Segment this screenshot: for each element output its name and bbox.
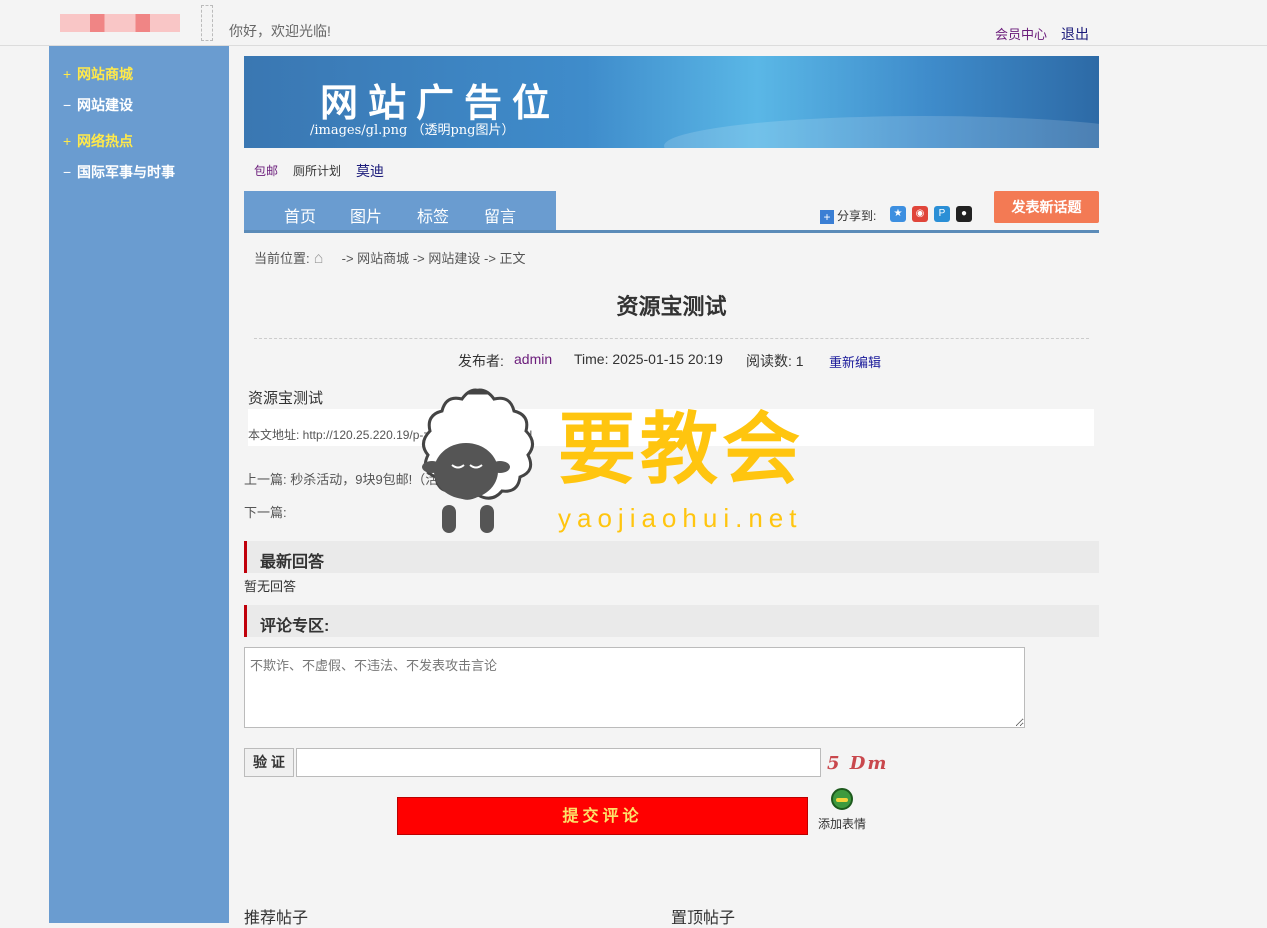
publish-time: Time: 2025-01-15 20:19 [574, 351, 723, 367]
latest-replies-heading: 最新回答 [260, 554, 325, 571]
site-logo[interactable] [60, 14, 180, 32]
comment-textarea[interactable] [244, 647, 1025, 728]
prev-article-link[interactable]: 上一篇: 秒杀活动，9块9包邮!（活动演示页面） [244, 469, 516, 488]
share-plus-icon: + [820, 209, 834, 224]
read-count: 阅读数: 1 [746, 353, 804, 369]
breadcrumb-prefix: 当前位置: [254, 251, 310, 266]
breadcrumb-current: 正文 [499, 251, 526, 266]
collapse-icon: − [63, 97, 72, 113]
sidebar: + 网站商城 − 网站建设 + 网络热点 − 国际军事与时事 [49, 46, 229, 923]
qq-share-icon[interactable]: ● [956, 206, 972, 222]
logo-divider [201, 5, 213, 41]
logout-link[interactable]: 退出 [1061, 24, 1089, 44]
next-article-link[interactable]: 下一篇: [244, 502, 287, 521]
comment-section-header: 评论专区: [244, 605, 1099, 637]
sidebar-item-website-building[interactable]: − 网站建设 [63, 95, 133, 115]
nav-tags[interactable]: 标签 [417, 203, 449, 227]
captcha-input[interactable] [296, 748, 821, 777]
collapse-icon: − [63, 164, 72, 180]
re-edit-link[interactable]: 重新编辑 [829, 352, 881, 371]
member-center-link[interactable]: 会员中心 [995, 24, 1047, 43]
share-label-text: 分享到: [837, 209, 877, 223]
sidebar-item-military-news[interactable]: − 国际军事与时事 [63, 162, 175, 182]
article-body: 资源宝测试 [248, 390, 324, 407]
no-replies-text: 暂无回答 [244, 579, 297, 594]
nav-pictures[interactable]: 图片 [350, 203, 382, 227]
watermark-url: yaojiaohui.net [558, 503, 803, 533]
breadcrumb-website-building[interactable]: 网站建设 [428, 251, 480, 266]
breadcrumb-arrow: -> [412, 251, 425, 266]
add-emoji-button[interactable]: 添加表情 [816, 788, 868, 832]
main-nav: 首页 图片 标签 留言 [244, 191, 556, 231]
expand-icon: + [63, 66, 72, 82]
verify-label: 验 证 [244, 748, 294, 777]
breadcrumb-arrow: -> [341, 251, 354, 266]
sidebar-item-label: 网站商城 [77, 66, 133, 82]
submit-comment-button[interactable]: 提交评论 [397, 797, 808, 835]
captcha-image[interactable]: 5 Dm [827, 753, 888, 774]
add-emoji-label: 添加表情 [817, 817, 866, 831]
quick-link-free-shipping[interactable]: 包邮 [254, 162, 278, 179]
latest-replies-header: 最新回答 [244, 541, 1099, 573]
quick-link-toilet-plan[interactable]: 厕所计划 [293, 162, 341, 179]
emoji-icon [831, 788, 853, 810]
breadcrumb-mall[interactable]: 网站商城 [357, 251, 409, 266]
comment-section-heading: 评论专区: [260, 618, 330, 635]
breadcrumb-arrow: -> [484, 251, 496, 266]
home-icon[interactable]: ⌂ [314, 250, 334, 268]
publisher-label: 发布者: [458, 353, 504, 369]
nav-home[interactable]: 首页 [284, 203, 316, 227]
recommended-posts-heading: 推荐帖子 [244, 910, 309, 927]
article-url-box: 本文地址: http://120.25.220.19/p-ziyuanbaoce… [248, 409, 1094, 446]
sidebar-item-label: 网站建设 [77, 97, 133, 113]
breadcrumb: 当前位置: ⌂ -> 网站商城 -> 网站建设 -> 正文 [254, 248, 526, 268]
tencent-share-icon[interactable]: P [934, 206, 950, 222]
article-url[interactable]: 本文地址: http://120.25.220.19/p-ziyuanbaoce… [248, 426, 532, 443]
weibo-share-icon[interactable]: ◉ [912, 206, 928, 222]
nav-guestbook[interactable]: 留言 [484, 203, 516, 227]
sidebar-item-mall[interactable]: + 网站商城 [63, 64, 133, 84]
pinned-posts-heading: 置顶帖子 [671, 910, 736, 927]
share-label[interactable]: + 分享到: [820, 207, 876, 224]
nav-underline [244, 230, 1099, 233]
top-bar: 你好，欢迎光临! 会员中心 退出 [0, 0, 1267, 46]
publisher-link[interactable]: admin [514, 351, 552, 367]
banner-subtitle: /images/gl.png （透明png图片） [310, 123, 515, 138]
ad-banner[interactable]: 网站广告位 /images/gl.png （透明png图片） [244, 56, 1099, 148]
post-new-topic-button[interactable]: 发表新话题 [994, 191, 1099, 223]
expand-icon: + [63, 133, 72, 149]
qzone-share-icon[interactable]: ★ [890, 206, 906, 222]
sidebar-item-label: 国际军事与时事 [77, 164, 175, 180]
welcome-text: 你好，欢迎光临! [229, 23, 331, 39]
article-title: 资源宝测试 [616, 294, 727, 319]
quick-link-modi[interactable]: 莫迪 [356, 161, 384, 181]
sidebar-item-label: 网络热点 [77, 133, 133, 149]
sidebar-item-hot-topics[interactable]: + 网络热点 [63, 131, 133, 151]
title-divider [254, 338, 1089, 339]
